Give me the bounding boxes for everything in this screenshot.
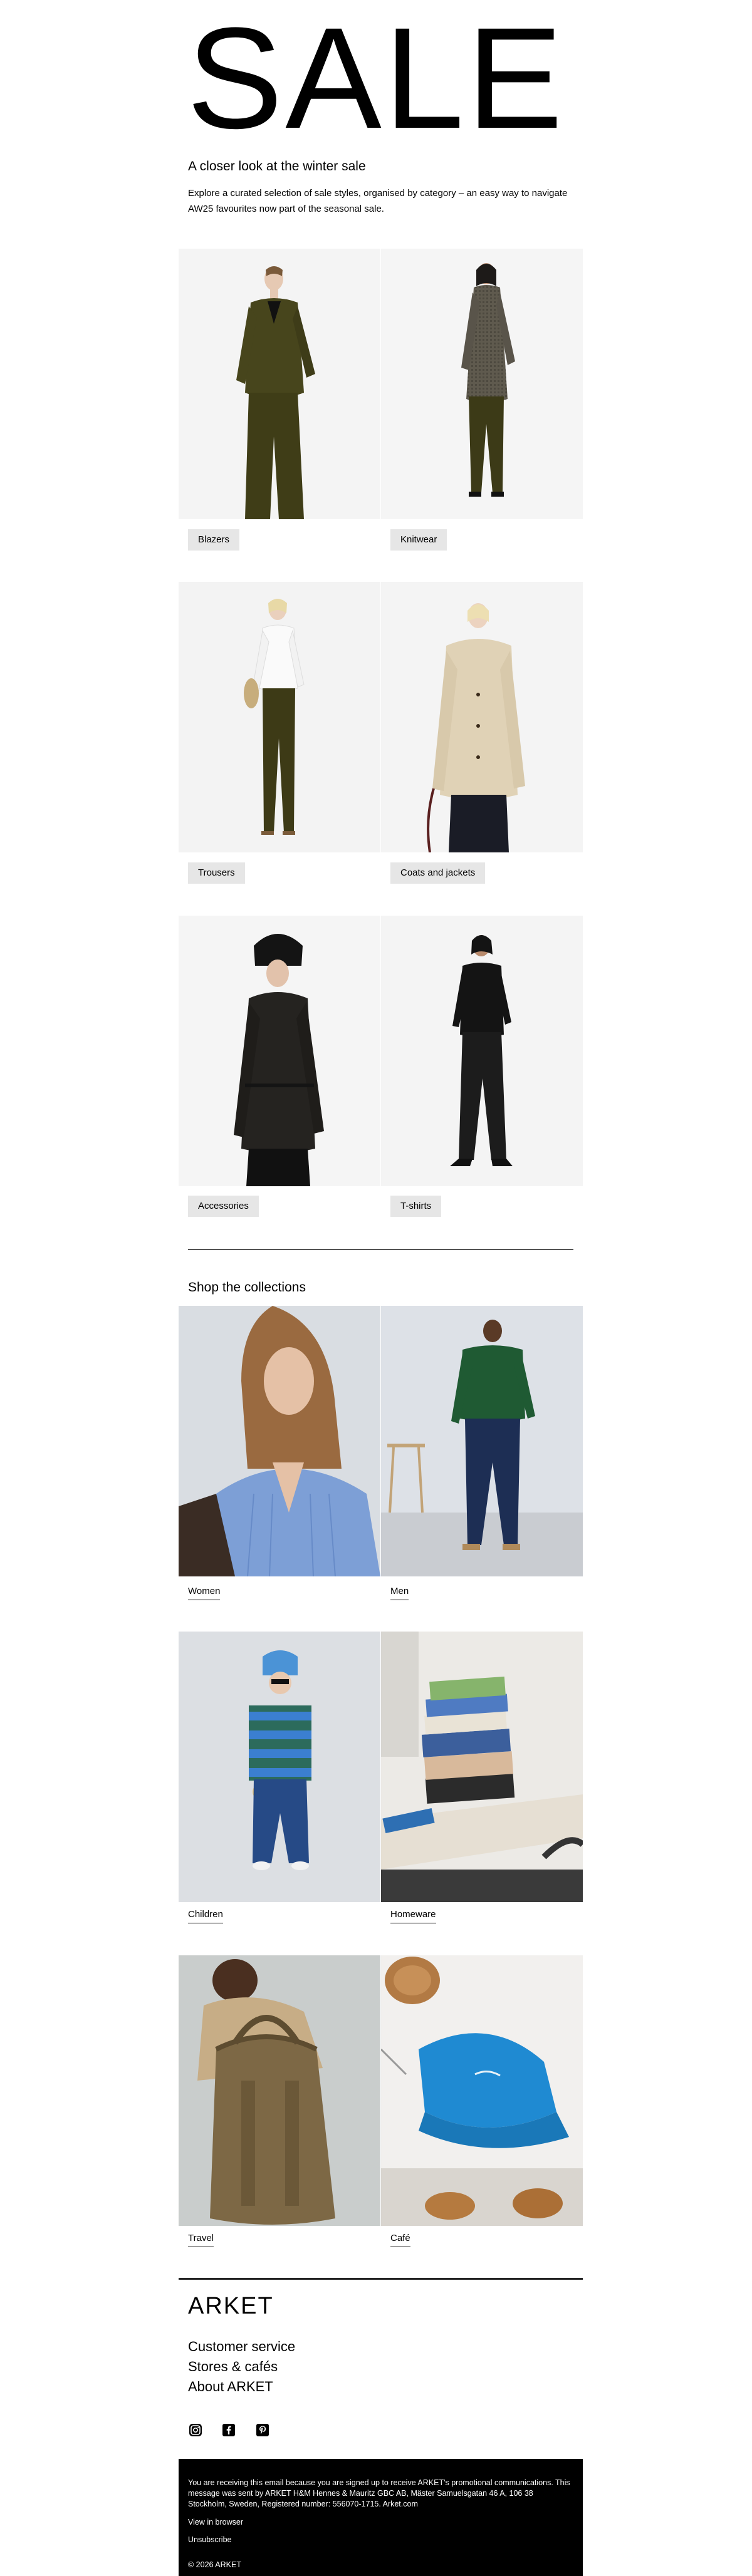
category-chip-t-shirts[interactable]: T-shirts	[390, 1196, 442, 1217]
category-row-2	[179, 582, 583, 852]
collections-row-2	[179, 1632, 583, 1902]
unsubscribe-link[interactable]: Unsubscribe	[188, 2535, 231, 2544]
knitwear-image[interactable]	[381, 249, 583, 519]
collection-link-women[interactable]: Women	[188, 1586, 221, 1600]
intro-text: Explore a curated selection of sale styl…	[188, 188, 568, 214]
email-page: SALE A closer look at the winter sale Ex…	[0, 0, 752, 2576]
knitwear-photo	[381, 249, 583, 519]
category-chip-blazers[interactable]: Blazers	[188, 529, 240, 551]
footer-link-customer-service[interactable]: Customer service	[188, 2339, 295, 2355]
collection-link-children[interactable]: Children	[188, 1909, 223, 1923]
tshirts-image[interactable]	[381, 916, 583, 1186]
cafe-photo	[381, 1955, 583, 2226]
footer-link-about[interactable]: About ARKET	[188, 2379, 273, 2395]
collection-link-men[interactable]: Men	[390, 1586, 409, 1600]
coats-photo	[381, 582, 583, 852]
collections-row-3	[179, 1955, 583, 2226]
trousers-image[interactable]	[179, 582, 380, 852]
tshirts-photo	[381, 916, 583, 1186]
footer-link-stores-cafes[interactable]: Stores & cafés	[188, 2359, 278, 2375]
collections-row-1	[179, 1306, 583, 1576]
copyright-text: © 2026 ARKET	[188, 2560, 241, 2569]
collection-link-travel[interactable]: Travel	[188, 2233, 214, 2247]
blazers-photo	[179, 249, 380, 519]
legal-footer: You are receiving this email because you…	[179, 2459, 583, 2576]
travel-photo	[179, 1955, 380, 2226]
blazers-image[interactable]	[179, 249, 380, 519]
men-photo	[381, 1306, 583, 1576]
coats-image[interactable]	[381, 582, 583, 852]
footer-divider	[179, 2278, 583, 2280]
category-row-1	[179, 249, 583, 519]
homeware-photo	[381, 1632, 583, 1902]
legal-text: You are receiving this email because you…	[188, 2478, 570, 2508]
category-chip-knitwear[interactable]: Knitwear	[390, 529, 447, 551]
facebook-icon[interactable]	[221, 2423, 236, 2438]
category-row-3	[179, 916, 583, 1186]
men-image[interactable]	[381, 1306, 583, 1576]
section-divider	[188, 1249, 573, 1250]
cafe-image[interactable]	[381, 1955, 583, 2226]
category-chip-coats-and-jackets[interactable]: Coats and jackets	[390, 862, 486, 884]
collections-title: Shop the collections	[188, 1280, 306, 1295]
brand-logo[interactable]: ARKET	[188, 2293, 274, 2320]
accessories-photo	[179, 916, 380, 1186]
collection-link-cafe[interactable]: Café	[390, 2233, 410, 2247]
children-image[interactable]	[179, 1632, 380, 1902]
accessories-image[interactable]	[179, 916, 380, 1186]
view-in-browser-link[interactable]: View in browser	[188, 2518, 243, 2527]
instagram-icon[interactable]	[188, 2423, 203, 2438]
intro-title: A closer look at the winter sale	[188, 159, 366, 173]
trousers-photo	[179, 582, 380, 852]
women-image[interactable]	[179, 1306, 380, 1576]
homeware-image[interactable]	[381, 1632, 583, 1902]
children-photo	[179, 1632, 380, 1902]
pinterest-icon[interactable]	[255, 2423, 270, 2438]
collection-link-homeware[interactable]: Homeware	[390, 1909, 436, 1923]
category-chip-trousers[interactable]: Trousers	[188, 862, 245, 884]
hero-title: SALE	[186, 0, 566, 158]
travel-image[interactable]	[179, 1955, 380, 2226]
category-chip-accessories[interactable]: Accessories	[188, 1196, 259, 1217]
women-photo	[179, 1306, 380, 1576]
